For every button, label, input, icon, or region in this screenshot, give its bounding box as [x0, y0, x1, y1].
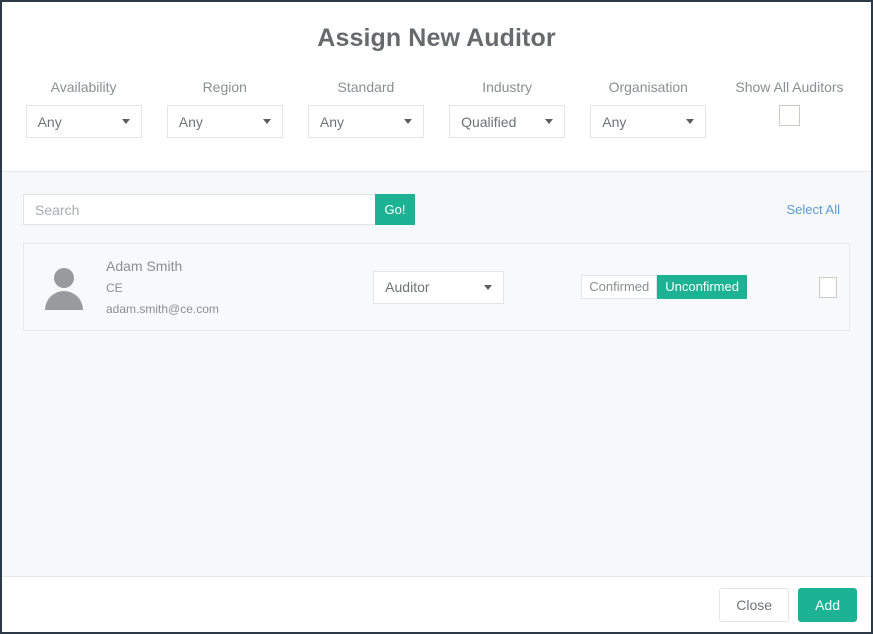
add-button[interactable]: Add	[798, 587, 857, 622]
assign-new-auditor-dialog: Assign New Auditor Availability Any Regi…	[0, 0, 873, 634]
filter-industry-label: Industry	[482, 79, 532, 95]
chevron-down-icon	[545, 119, 554, 124]
standard-select[interactable]: Any	[307, 105, 424, 138]
availability-select-value: Any	[37, 113, 62, 130]
show-all-auditors-label: Show All Auditors	[735, 79, 844, 95]
chevron-down-icon	[686, 119, 695, 124]
confirmed-toggle-button[interactable]: Confirmed	[581, 275, 658, 299]
auditor-list: Adam Smith CE adam.smith@ce.com Auditor …	[23, 243, 850, 331]
chevron-down-icon	[262, 119, 271, 124]
avatar-icon	[42, 265, 86, 310]
avatar-head	[54, 268, 74, 288]
filter-region: Region Any	[154, 79, 295, 138]
list-item[interactable]: Adam Smith CE adam.smith@ce.com Auditor …	[23, 243, 850, 331]
select-all-link[interactable]: Select All	[787, 202, 850, 217]
availability-select[interactable]: Any	[25, 105, 142, 138]
dialog-body: Go! Select All Adam Smith CE adam.smith@…	[2, 172, 871, 577]
industry-select-value: Qualified	[461, 113, 517, 130]
standard-select-value: Any	[319, 113, 345, 130]
confirmation-toggle-group: Confirmed Unconfirmed	[581, 275, 747, 299]
chevron-down-icon	[121, 119, 130, 124]
search-go-button[interactable]: Go!	[375, 194, 415, 225]
page-title: Assign New Auditor	[317, 24, 556, 52]
organisation-select-value: Any	[602, 113, 627, 130]
filter-industry: Industry Qualified	[437, 79, 578, 138]
filter-standard: Standard Any	[295, 79, 436, 138]
dialog-header: Assign New Auditor Availability Any Regi…	[2, 2, 871, 172]
chevron-down-icon	[484, 284, 493, 290]
close-button[interactable]: Close	[719, 587, 790, 622]
filter-show-all-auditors: Show All Auditors	[719, 79, 860, 138]
filter-organisation-label: Organisation	[608, 79, 688, 95]
industry-select[interactable]: Qualified	[449, 105, 566, 138]
auditor-select-checkbox[interactable]	[818, 276, 837, 298]
filter-availability: Availability Any	[13, 79, 154, 138]
search-row: Go! Select All	[23, 194, 850, 225]
filter-availability-label: Availability	[50, 79, 117, 95]
person-email: adam.smith@ce.com	[106, 302, 219, 316]
person-name: Adam Smith	[106, 258, 183, 274]
person-info: Adam Smith CE adam.smith@ce.com	[106, 259, 359, 315]
filter-bar: Availability Any Region Any Standard Any	[2, 79, 871, 138]
auditor-role-select[interactable]: Auditor	[373, 270, 505, 304]
filter-region-label: Region	[202, 79, 247, 95]
search-input[interactable]	[23, 194, 375, 225]
filter-standard-label: Standard	[337, 79, 395, 95]
dialog-footer: Close Add	[2, 577, 871, 632]
avatar-body	[45, 291, 83, 310]
auditor-role-select-value: Auditor	[385, 279, 430, 295]
region-select[interactable]: Any	[166, 105, 283, 138]
show-all-auditors-checkbox[interactable]	[778, 105, 800, 126]
organisation-select[interactable]: Any	[590, 105, 707, 138]
chevron-down-icon	[403, 119, 412, 124]
search-group: Go!	[23, 194, 415, 225]
person-organisation: CE	[106, 281, 123, 295]
region-select-value: Any	[178, 113, 203, 130]
filter-organisation: Organisation Any	[578, 79, 719, 138]
unconfirmed-toggle-button[interactable]: Unconfirmed	[657, 275, 747, 299]
